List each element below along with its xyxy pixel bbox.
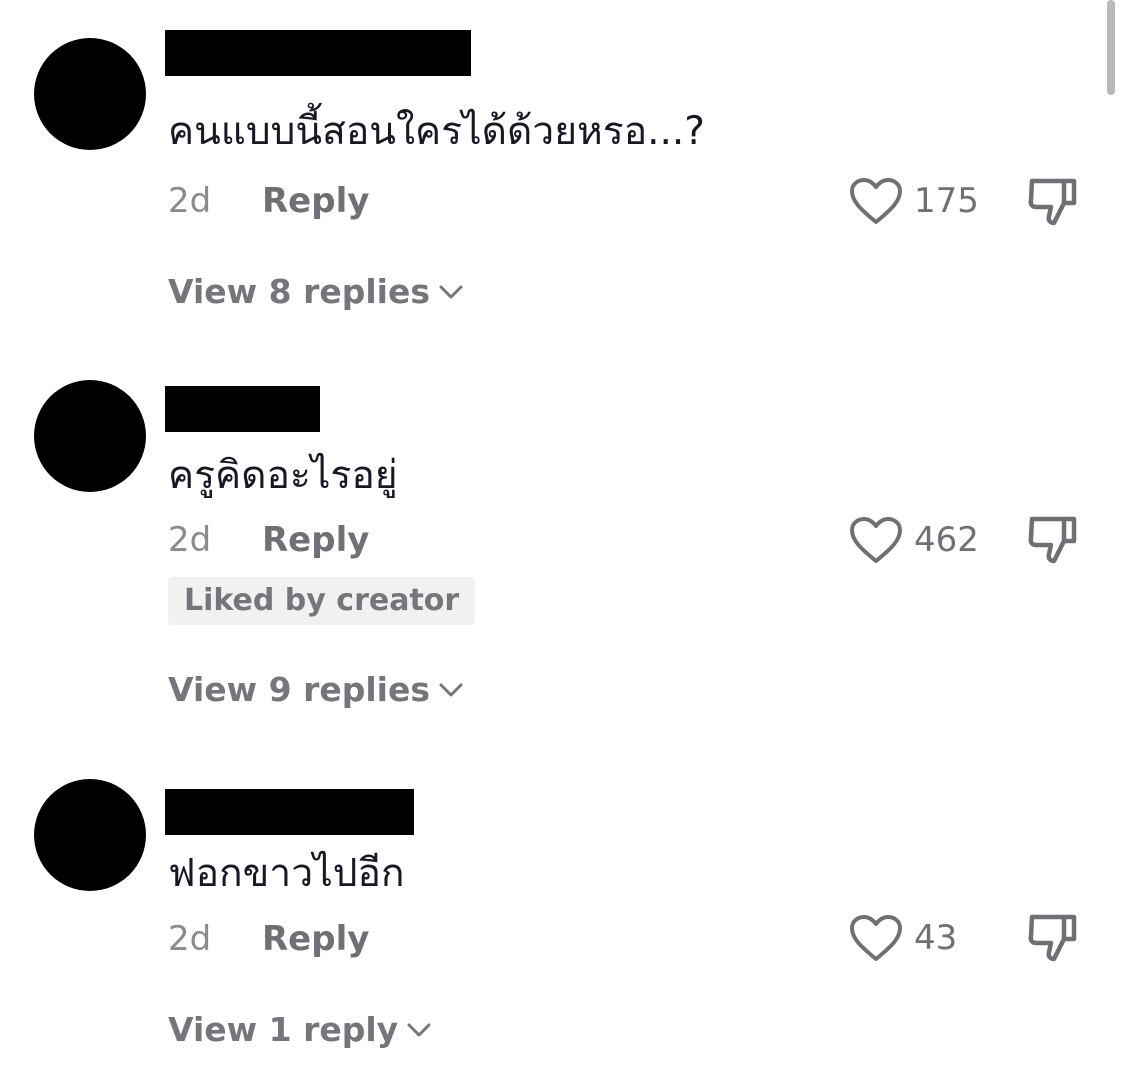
liked-by-creator-badge: Liked by creator — [168, 577, 476, 625]
heart-icon — [850, 915, 902, 961]
chevron-down-icon — [407, 1023, 431, 1037]
thumbs-down-icon[interactable] — [1024, 911, 1082, 965]
heart-icon — [850, 178, 902, 224]
like-button[interactable]: 175 — [848, 175, 979, 227]
view-replies-label: View 8 replies — [168, 272, 431, 311]
reply-button[interactable]: Reply — [262, 919, 369, 959]
username-redacted[interactable] — [165, 789, 414, 835]
comment-text: ครูคิดอะไรอยู่ — [168, 453, 398, 498]
avatar[interactable] — [34, 380, 146, 492]
comment-text: คนแบบนี้สอนใครได้ด้วยหรอ...? — [168, 109, 706, 154]
view-replies-button[interactable]: View 1 reply — [168, 1010, 432, 1050]
chevron-down-icon — [439, 285, 463, 299]
avatar[interactable] — [34, 779, 146, 891]
thumbs-down-icon[interactable] — [1024, 513, 1082, 567]
like-count: 43 — [914, 918, 958, 958]
username-redacted[interactable] — [165, 386, 320, 432]
comment-timestamp: 2d — [168, 520, 212, 560]
like-button[interactable]: 43 — [848, 912, 957, 964]
avatar[interactable] — [34, 38, 146, 150]
like-button[interactable]: 462 — [848, 514, 979, 566]
like-count: 462 — [914, 520, 979, 560]
reply-button[interactable]: Reply — [262, 181, 369, 221]
view-replies-label: View 1 reply — [168, 1010, 399, 1049]
view-replies-label: View 9 replies — [168, 670, 431, 709]
reply-button[interactable]: Reply — [262, 520, 369, 560]
username-redacted[interactable] — [165, 30, 471, 76]
like-count: 175 — [914, 181, 979, 221]
comment-timestamp: 2d — [168, 919, 212, 959]
view-replies-button[interactable]: View 9 replies — [168, 670, 464, 710]
chevron-down-icon — [439, 683, 463, 697]
view-replies-button[interactable]: View 8 replies — [168, 272, 464, 312]
comment-timestamp: 2d — [168, 181, 212, 221]
scrollbar[interactable] — [1107, 0, 1115, 95]
thumbs-down-icon[interactable] — [1024, 175, 1082, 229]
heart-icon — [850, 517, 902, 563]
comment-text: ฟอกขาวไปอีก — [168, 851, 405, 896]
